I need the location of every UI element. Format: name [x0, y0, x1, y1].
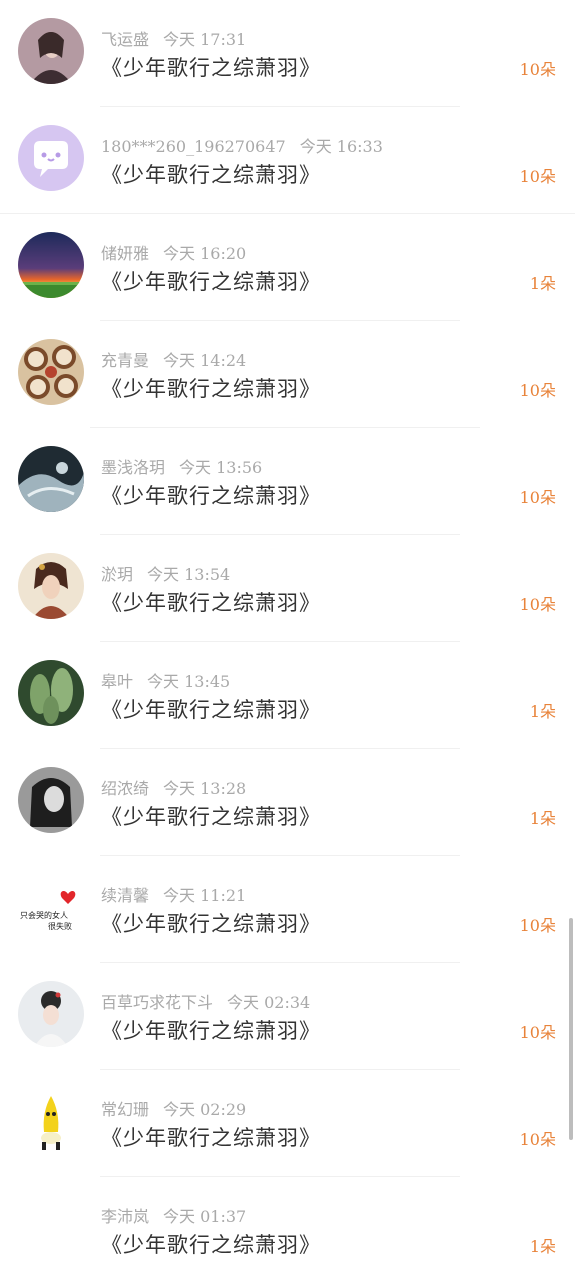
send-time: 今天 14:24 [163, 351, 247, 370]
book-title: 《少年歌行之综萧羽》 [101, 1233, 321, 1257]
sender-meta: 皋叶 今天 13:45 [101, 668, 230, 692]
flower-count: 10朵 [519, 381, 556, 400]
book-title: 《少年歌行之综萧羽》 [101, 163, 321, 187]
list-item[interactable]: 墨浅洛玥 今天 13:56 《少年歌行之综萧羽》 10朵 [0, 428, 575, 535]
send-time: 今天 13:45 [147, 672, 231, 691]
banana-character-avatar[interactable] [18, 1088, 84, 1154]
list-item[interactable]: 180***260_196270647 今天 16:33 《少年歌行之综萧羽》 1… [0, 107, 575, 214]
sender-name: 绍浓绮 [101, 779, 150, 798]
sender-name: 充青曼 [101, 351, 150, 370]
flower-count: 10朵 [519, 1130, 556, 1149]
book-title: 《少年歌行之综萧羽》 [101, 1019, 321, 1043]
send-time: 今天 16:20 [163, 244, 247, 263]
avatar-text-line1: 只会哭的女人 [20, 910, 68, 920]
sender-meta: 墨浅洛玥 今天 13:56 [101, 454, 262, 478]
list-item[interactable]: 常幻珊 今天 02:29 《少年歌行之综萧羽》 10朵 [0, 1070, 575, 1177]
book-title: 《少年歌行之综萧羽》 [101, 698, 321, 722]
sender-name: 淤玥 [101, 565, 134, 584]
list-item[interactable]: 皋叶 今天 13:45 《少年歌行之综萧羽》 1朵 [0, 642, 575, 749]
sender-name: 李沛岚 [101, 1207, 150, 1226]
flower-count: 1朵 [529, 274, 556, 293]
flower-count: 1朵 [529, 809, 556, 828]
list-item[interactable]: 只会哭的女人 很失败 续清馨 今天 11:21 《少年歌行之综萧羽》 10朵 [0, 856, 575, 963]
blank-avatar[interactable] [18, 1195, 84, 1261]
send-time: 今天 11:21 [163, 886, 247, 905]
sender-meta: 充青曼 今天 14:24 [101, 347, 246, 371]
avatar-text-line2: 很失败 [48, 921, 72, 931]
girl-portrait-avatar[interactable] [18, 18, 84, 84]
send-time: 今天 13:56 [179, 458, 263, 477]
cactus-plant-avatar[interactable] [18, 660, 84, 726]
list-item[interactable]: 李沛岚 今天 01:37 《少年歌行之综萧羽》 1朵 [0, 1177, 575, 1280]
sender-meta: 180***260_196270647 今天 16:33 [101, 133, 383, 157]
book-title: 《少年歌行之综萧羽》 [101, 56, 321, 80]
book-title: 《少年歌行之综萧羽》 [101, 912, 321, 936]
sender-name: 续清馨 [101, 886, 150, 905]
list-item[interactable]: 储妍雅 今天 16:20 《少年歌行之综萧羽》 1朵 [0, 214, 575, 321]
flower-count: 10朵 [519, 916, 556, 935]
sender-meta: 李沛岚 今天 01:37 [101, 1203, 246, 1227]
ancient-lady-avatar[interactable] [18, 553, 84, 619]
bw-girl-avatar[interactable] [18, 767, 84, 833]
gift-record-list: 飞运盛 今天 17:31 《少年歌行之综萧羽》 10朵 180***260_196… [0, 0, 575, 1280]
sender-name: 常幻珊 [101, 1100, 150, 1119]
sender-meta: 淤玥 今天 13:54 [101, 561, 230, 585]
sender-name: 储妍雅 [101, 244, 150, 263]
flower-count: 10朵 [519, 1023, 556, 1042]
send-time: 今天 16:33 [299, 137, 383, 156]
latte-art-avatar[interactable] [18, 339, 84, 405]
book-title: 《少年歌行之综萧羽》 [101, 484, 321, 508]
list-item[interactable]: 绍浓绮 今天 13:28 《少年歌行之综萧羽》 1朵 [0, 749, 575, 856]
send-time: 今天 02:29 [163, 1100, 247, 1119]
send-time: 今天 17:31 [163, 30, 247, 49]
sunset-landscape-avatar[interactable] [18, 232, 84, 298]
sender-name: 百草巧求花下斗 [101, 993, 214, 1012]
book-title: 《少年歌行之综萧羽》 [101, 270, 321, 294]
list-item[interactable]: 飞运盛 今天 17:31 《少年歌行之综萧羽》 10朵 [0, 0, 575, 107]
sender-meta: 百草巧求花下斗 今天 02:34 [101, 989, 310, 1013]
sender-name: 飞运盛 [101, 30, 150, 49]
default-chat-avatar[interactable] [18, 125, 84, 191]
sender-meta: 飞运盛 今天 17:31 [101, 26, 246, 50]
send-time: 今天 02:34 [227, 993, 311, 1012]
flower-count: 10朵 [519, 167, 556, 186]
heart-text-avatar[interactable]: 只会哭的女人 很失败 [18, 874, 84, 940]
book-title: 《少年歌行之综萧羽》 [101, 591, 321, 615]
sender-meta: 储妍雅 今天 16:20 [101, 240, 246, 264]
send-time: 今天 13:54 [147, 565, 231, 584]
flower-count: 10朵 [519, 595, 556, 614]
sender-name: 180***260_196270647 [101, 137, 286, 156]
sender-meta: 常幻珊 今天 02:29 [101, 1096, 246, 1120]
hanfu-girl-avatar[interactable] [18, 981, 84, 1047]
sender-meta: 绍浓绮 今天 13:28 [101, 775, 246, 799]
list-item[interactable]: 淤玥 今天 13:54 《少年歌行之综萧羽》 10朵 [0, 535, 575, 642]
flower-count: 10朵 [519, 60, 556, 79]
list-item[interactable]: 百草巧求花下斗 今天 02:34 《少年歌行之综萧羽》 10朵 [0, 963, 575, 1070]
sender-name: 皋叶 [101, 672, 134, 691]
sender-name: 墨浅洛玥 [101, 458, 166, 477]
flower-count: 10朵 [519, 488, 556, 507]
flower-count: 1朵 [529, 1237, 556, 1256]
send-time: 今天 13:28 [163, 779, 247, 798]
scrollbar[interactable] [569, 918, 573, 1140]
book-title: 《少年歌行之综萧羽》 [101, 1126, 321, 1150]
book-title: 《少年歌行之综萧羽》 [101, 377, 321, 401]
sender-meta: 续清馨 今天 11:21 [101, 882, 246, 906]
flower-count: 1朵 [529, 702, 556, 721]
send-time: 今天 01:37 [163, 1207, 247, 1226]
ink-painting-avatar[interactable] [18, 446, 84, 512]
book-title: 《少年歌行之综萧羽》 [101, 805, 321, 829]
list-item[interactable]: 充青曼 今天 14:24 《少年歌行之综萧羽》 10朵 [0, 321, 575, 428]
